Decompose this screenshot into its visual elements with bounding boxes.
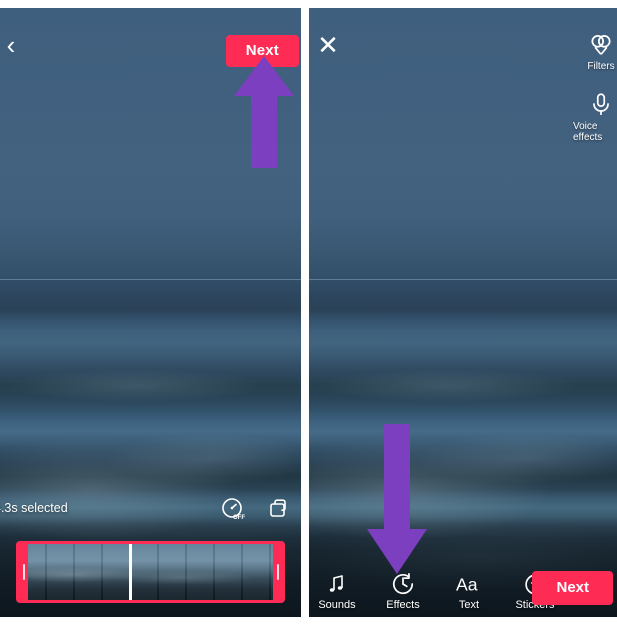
top-bar-right: ✕ (309, 8, 617, 70)
filters-icon (587, 30, 615, 58)
tool-sounds[interactable]: Sounds (315, 571, 359, 611)
side-tool-voice-effects-label: Voice effects (573, 121, 603, 143)
music-note-icon (324, 571, 350, 597)
speed-off-icon[interactable]: OFF (219, 495, 245, 521)
bottom-tool-group: Sounds Effects Aa Text Stickers (315, 571, 557, 611)
trim-handle-right[interactable] (273, 544, 282, 600)
video-preview-right (309, 8, 617, 617)
chevron-left-icon[interactable]: ‹ (0, 32, 24, 58)
side-tool-filters-label: Filters (587, 61, 615, 72)
video-trim-timeline[interactable] (16, 541, 285, 603)
next-button-top[interactable]: Next (225, 35, 299, 67)
top-bar-left: ‹ Next › (0, 8, 301, 70)
effects-clock-icon (390, 571, 416, 597)
bottom-toolbar: Sounds Effects Aa Text Stickers Next (309, 551, 617, 617)
side-tool-rail: Filters Voice effects (573, 30, 617, 143)
horizon-line (309, 279, 617, 280)
tool-text[interactable]: Aa Text (447, 571, 491, 612)
screenshot-root: ‹ Next › 4.3s selected OFF (0, 0, 617, 625)
horizon-line (0, 279, 301, 280)
speed-off-sub-label: OFF (233, 515, 245, 521)
playhead[interactable] (129, 544, 133, 600)
selection-duration-label: 4.3s selected (0, 501, 68, 515)
phone-left-screen: ‹ Next › 4.3s selected OFF (0, 8, 301, 617)
tool-sounds-label: Sounds (318, 599, 356, 611)
side-tool-voice-effects[interactable]: Voice effects (573, 90, 617, 143)
phone-right-screen: ✕ Filters Voice effects Sounds Effects A… (309, 8, 617, 617)
tool-effects-label: Effects (386, 599, 420, 611)
voice-effects-icon (587, 90, 615, 118)
side-tool-filters[interactable]: Filters (587, 30, 615, 72)
tool-effects[interactable]: Effects (381, 571, 425, 611)
rotate-icon[interactable] (265, 495, 291, 521)
svg-text:Aa: Aa (456, 575, 478, 595)
trim-handle-left[interactable] (19, 544, 28, 600)
left-overlay-icon-group: OFF (219, 495, 291, 521)
tool-text-label: Text (458, 599, 480, 611)
next-button-bottom[interactable]: Next (532, 571, 613, 605)
video-preview-left (0, 8, 301, 617)
text-aa-icon: Aa (456, 571, 482, 597)
timeline-thumbnail-strip (19, 544, 282, 600)
close-x-icon[interactable]: ✕ (315, 32, 341, 58)
